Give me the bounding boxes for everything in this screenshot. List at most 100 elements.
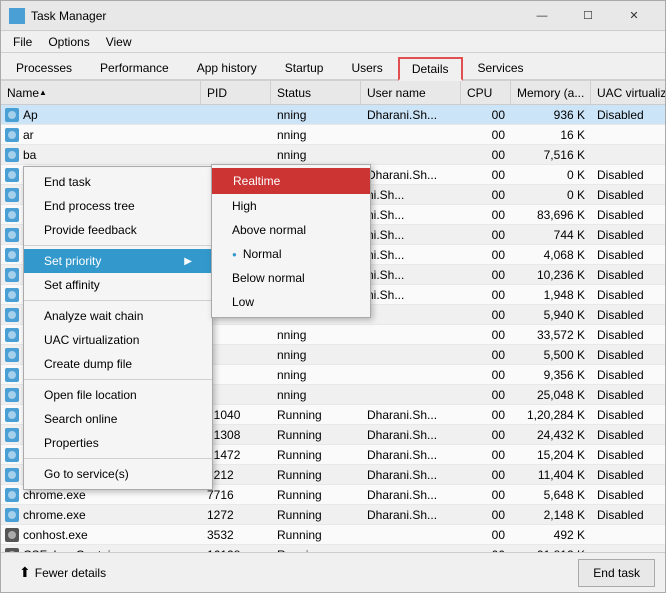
td-user xyxy=(361,365,461,384)
tab-performance[interactable]: Performance xyxy=(87,55,182,79)
td-uac: Disabled xyxy=(591,405,665,424)
td-cpu: 00 xyxy=(461,325,511,344)
td-user: Dharani.Sh... xyxy=(361,445,461,464)
ctx-properties[interactable]: Properties xyxy=(24,431,212,455)
td-memory: 5,500 K xyxy=(511,345,591,364)
td-status: nning xyxy=(271,105,361,124)
ctx-uac-virtualization[interactable]: UAC virtualization xyxy=(24,328,212,352)
table-row[interactable]: chrome.exe 1272 Running Dharani.Sh... 00… xyxy=(1,505,665,525)
sub-normal[interactable]: Normal xyxy=(212,242,370,266)
td-uac xyxy=(591,125,665,144)
td-name: Ap xyxy=(1,105,201,124)
maximize-button[interactable]: ☐ xyxy=(565,1,611,31)
table-row[interactable]: CSFalconContainer.e 16128 Running 00 91,… xyxy=(1,545,665,552)
td-status: Running xyxy=(271,545,361,552)
table-row[interactable]: ba nning 00 7,516 K xyxy=(1,145,665,165)
td-cpu: 00 xyxy=(461,225,511,244)
menu-options[interactable]: Options xyxy=(40,31,97,53)
td-cpu: 00 xyxy=(461,425,511,444)
menu-file[interactable]: File xyxy=(5,31,40,53)
table-row[interactable]: ar nning 00 16 K xyxy=(1,125,665,145)
col-cpu[interactable]: CPU xyxy=(461,81,511,104)
td-status: Running xyxy=(271,445,361,464)
td-memory: 83,696 K xyxy=(511,205,591,224)
ctx-create-dump-file[interactable]: Create dump file xyxy=(24,352,212,376)
table-row[interactable]: conhost.exe 3532 Running 00 492 K xyxy=(1,525,665,545)
tab-services[interactable]: Services xyxy=(465,55,537,79)
td-uac: Disabled xyxy=(591,185,665,204)
table-row[interactable]: Ap nning Dharani.Sh... 00 936 K Disabled xyxy=(1,105,665,125)
td-uac: Disabled xyxy=(591,365,665,384)
end-task-button[interactable]: End task xyxy=(578,559,655,587)
col-uac[interactable]: UAC virtualiza... xyxy=(591,81,665,104)
td-status: Running xyxy=(271,525,361,544)
td-user: Dharani.Sh... xyxy=(361,165,461,184)
ctx-arrow-priority: ▶ xyxy=(184,256,192,267)
col-pid[interactable]: PID xyxy=(201,81,271,104)
context-menu: End task End process tree Provide feedba… xyxy=(23,166,213,490)
ctx-open-file-location[interactable]: Open file location xyxy=(24,383,212,407)
sub-high[interactable]: High xyxy=(212,194,370,218)
col-memory[interactable]: Memory (a... xyxy=(511,81,591,104)
tab-processes[interactable]: Processes xyxy=(3,55,85,79)
col-name[interactable]: Name xyxy=(1,81,201,104)
menu-bar: File Options View xyxy=(1,31,665,53)
ctx-provide-feedback[interactable]: Provide feedback xyxy=(24,218,212,242)
ctx-search-online[interactable]: Search online xyxy=(24,407,212,431)
td-uac: Disabled xyxy=(591,305,665,324)
td-uac: Disabled xyxy=(591,345,665,364)
ctx-end-process-tree[interactable]: End process tree xyxy=(24,194,212,218)
sub-menu-priority: Realtime High Above normal Normal Below … xyxy=(211,164,371,318)
tab-details[interactable]: Details xyxy=(398,57,463,81)
td-memory: 1,20,284 K xyxy=(511,405,591,424)
td-memory: 1,948 K xyxy=(511,285,591,304)
task-manager-window: Task Manager — ☐ ✕ File Options View Pro… xyxy=(0,0,666,593)
sub-above-normal[interactable]: Above normal xyxy=(212,218,370,242)
td-memory: 9,356 K xyxy=(511,365,591,384)
ctx-end-task[interactable]: End task xyxy=(24,170,212,194)
td-cpu: 00 xyxy=(461,345,511,364)
td-status: Running xyxy=(271,425,361,444)
td-pid xyxy=(201,125,271,144)
ctx-set-priority[interactable]: Set priority ▶ xyxy=(24,249,212,273)
td-user: ni.Sh... xyxy=(361,185,461,204)
close-button[interactable]: ✕ xyxy=(611,1,657,31)
separator-3 xyxy=(24,379,212,380)
td-user: ni.Sh... xyxy=(361,285,461,304)
td-user xyxy=(361,125,461,144)
sub-below-normal[interactable]: Below normal xyxy=(212,266,370,290)
sub-low[interactable]: Low xyxy=(212,290,370,314)
tab-startup[interactable]: Startup xyxy=(272,55,337,79)
content-area: Name PID Status User name CPU Memory (a.… xyxy=(1,81,665,552)
separator-2 xyxy=(24,300,212,301)
td-name: CSFalconContainer.e xyxy=(1,545,201,552)
td-memory: 0 K xyxy=(511,185,591,204)
td-status: Running xyxy=(271,465,361,484)
td-cpu: 00 xyxy=(461,205,511,224)
process-icon xyxy=(5,488,19,502)
col-status[interactable]: Status xyxy=(271,81,361,104)
col-username[interactable]: User name xyxy=(361,81,461,104)
td-memory: 25,048 K xyxy=(511,385,591,404)
td-cpu: 00 xyxy=(461,185,511,204)
td-user: Dharani.Sh... xyxy=(361,465,461,484)
td-status: nning xyxy=(271,345,361,364)
td-name: conhost.exe xyxy=(1,525,201,544)
ctx-go-to-service[interactable]: Go to service(s) xyxy=(24,462,212,486)
sub-realtime[interactable]: Realtime xyxy=(212,168,370,194)
tab-app-history[interactable]: App history xyxy=(184,55,270,79)
td-cpu: 00 xyxy=(461,405,511,424)
td-uac xyxy=(591,145,665,164)
process-icon xyxy=(5,388,19,402)
td-cpu: 00 xyxy=(461,465,511,484)
separator-4 xyxy=(24,458,212,459)
td-uac: Disabled xyxy=(591,465,665,484)
ctx-analyze-wait-chain[interactable]: Analyze wait chain xyxy=(24,304,212,328)
td-cpu: 00 xyxy=(461,285,511,304)
menu-view[interactable]: View xyxy=(98,31,140,53)
fewer-details-button[interactable]: ⬆ Fewer details xyxy=(11,560,114,585)
tab-users[interactable]: Users xyxy=(338,55,395,79)
td-memory: 91,812 K xyxy=(511,545,591,552)
ctx-set-affinity[interactable]: Set affinity xyxy=(24,273,212,297)
minimize-button[interactable]: — xyxy=(519,1,565,31)
